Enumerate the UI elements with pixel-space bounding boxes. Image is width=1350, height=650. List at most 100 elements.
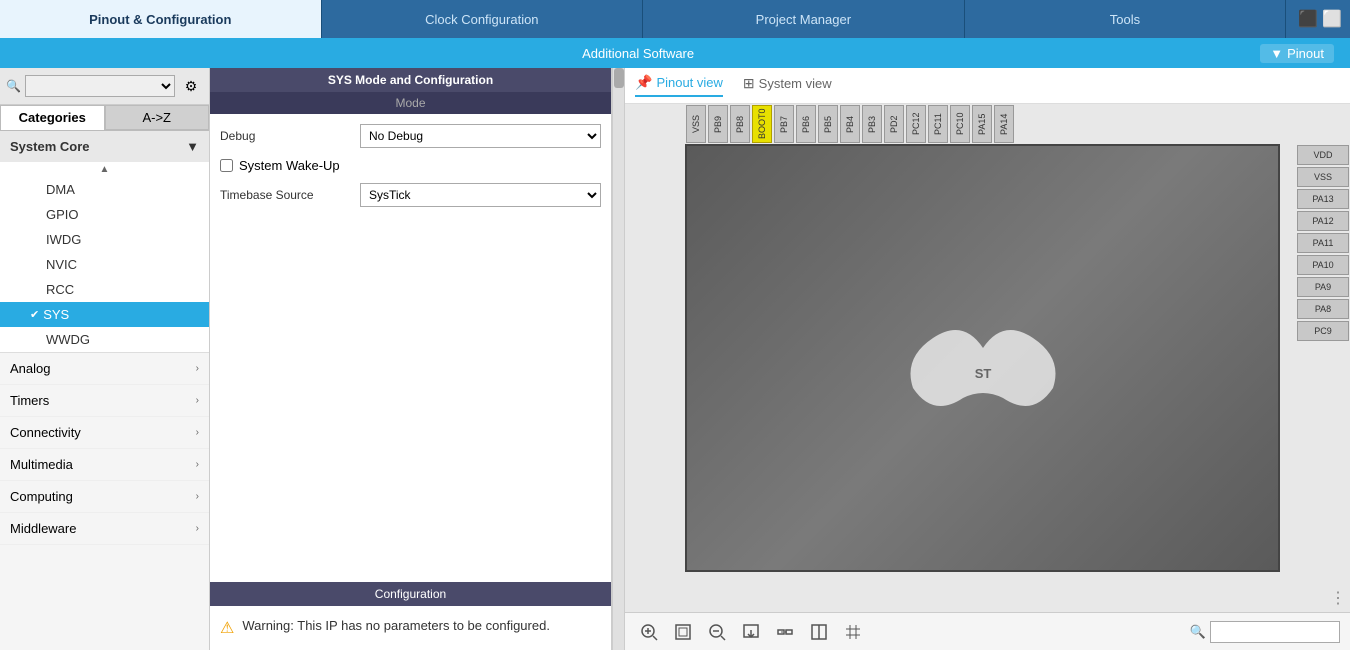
sidebar-item-computing[interactable]: Computing › (0, 481, 209, 513)
pin-pb9[interactable]: PB9 (708, 105, 728, 143)
pin-pb6[interactable]: PB6 (796, 105, 816, 143)
pin-pc9[interactable]: PC9 (1297, 321, 1349, 341)
pin-pa12[interactable]: PA12 (1297, 211, 1349, 231)
fit-icon (674, 623, 692, 641)
sidebar-item-multimedia[interactable]: Multimedia › (0, 449, 209, 481)
sidebar-item-wwdg[interactable]: WWDG (0, 327, 209, 352)
scroll-up-indicator[interactable]: ▲ (0, 162, 209, 177)
chevron-right-icon: › (196, 427, 199, 438)
chip-area: VSS PB9 PB8 BOOT0 PB7 PB6 PB5 PB4 PB3 PD… (625, 104, 1350, 612)
pin-pc12[interactable]: PC12 (906, 105, 926, 143)
system-wakeup-checkbox[interactable] (220, 159, 233, 172)
system-view-icon: ⊞ (743, 75, 755, 92)
center-scrollbar[interactable] (612, 68, 624, 650)
bottom-toolbar: 🔍 (625, 612, 1350, 650)
split-icon (810, 623, 828, 641)
pin-vdd-right[interactable]: VDD (1297, 145, 1349, 165)
collapse-button[interactable] (771, 618, 799, 646)
warning-icon: ⚠ (220, 618, 234, 638)
pinout-button[interactable]: ▼ Pinout (1260, 44, 1334, 63)
pin-pa15[interactable]: PA15 (972, 105, 992, 143)
search-input[interactable] (25, 75, 175, 97)
chip-body: ST (685, 144, 1280, 572)
pin-pb3[interactable]: PB3 (862, 105, 882, 143)
sidebar-search-bar: 🔍 ⚙ (0, 68, 209, 105)
mode-subtitle: Mode (210, 92, 611, 114)
additional-software-label: Additional Software (16, 46, 1260, 61)
chip-search-input[interactable] (1210, 621, 1340, 643)
sidebar-item-nvic[interactable]: NVIC (0, 252, 209, 277)
sidebar-item-analog[interactable]: Analog › (0, 353, 209, 385)
pin-pa13[interactable]: PA13 (1297, 189, 1349, 209)
pin-vss-top[interactable]: VSS (686, 105, 706, 143)
pin-pb4[interactable]: PB4 (840, 105, 860, 143)
section-system-core-header[interactable]: System Core ▼ (0, 131, 209, 162)
tab-categories[interactable]: Categories (0, 105, 105, 130)
fit-view-button[interactable] (669, 618, 697, 646)
tab-tools[interactable]: Tools (965, 0, 1287, 38)
tab-project-manager[interactable]: Project Manager (643, 0, 965, 38)
chevron-down-icon: ▼ (1270, 46, 1283, 61)
scroll-thumb[interactable] (614, 68, 624, 88)
chevron-right-icon: › (196, 395, 199, 406)
split-view-button[interactable] (805, 618, 833, 646)
pin-pc11[interactable]: PC11 (928, 105, 948, 143)
sidebar-item-timers[interactable]: Timers › (0, 385, 209, 417)
section-system-core-content: ▲ DMA GPIO IWDG NVIC (0, 162, 209, 352)
section-system-core: System Core ▼ ▲ DMA GPIO IWDG (0, 131, 209, 353)
zoom-in-button[interactable] (635, 618, 663, 646)
close-icon[interactable]: ⬜ (1322, 9, 1342, 29)
sidebar-item-gpio[interactable]: GPIO (0, 202, 209, 227)
chevron-right-icon: › (196, 363, 199, 374)
sidebar: 🔍 ⚙ Categories A->Z System Core ▼ ▲ (0, 68, 210, 650)
pin-pa10[interactable]: PA10 (1297, 255, 1349, 275)
chip-search-bar: 🔍 (1190, 621, 1340, 643)
pin-pa11[interactable]: PA11 (1297, 233, 1349, 253)
chip-panel: 📌 Pinout view ⊞ System view VSS PB9 PB8 … (625, 68, 1350, 650)
pin-pb5[interactable]: PB5 (818, 105, 838, 143)
sidebar-item-iwdg[interactable]: IWDG (0, 227, 209, 252)
export-button[interactable] (737, 618, 765, 646)
pin-pa14[interactable]: PA14 (994, 105, 1014, 143)
sidebar-tabs: Categories A->Z (0, 105, 209, 131)
debug-select[interactable]: No Debug Serial Wire JTAG (4 pins) JTAG … (360, 124, 601, 148)
pin-pa9[interactable]: PA9 (1297, 277, 1349, 297)
config-panel: SYS Mode and Configuration Mode Debug No… (210, 68, 612, 650)
mode-content: Debug No Debug Serial Wire JTAG (4 pins)… (210, 114, 611, 582)
top-pins-row: VSS PB9 PB8 BOOT0 PB7 PB6 PB5 PB4 PB3 PD… (625, 104, 1280, 144)
config-title: Configuration (210, 582, 611, 606)
grid-button[interactable] (839, 618, 867, 646)
bottom-dots: ⋮ (625, 588, 1350, 608)
tab-system-view[interactable]: ⊞ System view (743, 75, 832, 96)
timebase-select[interactable]: SysTick TIM1 TIM2 (360, 183, 601, 207)
sidebar-item-middleware[interactable]: Middleware › (0, 513, 209, 545)
tab-pinout-view[interactable]: 📌 Pinout view (635, 74, 723, 97)
pin-pb7[interactable]: PB7 (774, 105, 794, 143)
sidebar-item-sys[interactable]: ✔ SYS (0, 302, 209, 327)
tab-pinout-config[interactable]: Pinout & Configuration (0, 0, 322, 38)
pin-pc10[interactable]: PC10 (950, 105, 970, 143)
collapse-icon (776, 623, 794, 641)
timebase-row: Timebase Source SysTick TIM1 TIM2 (220, 183, 601, 207)
sidebar-item-rcc[interactable]: RCC (0, 277, 209, 302)
sidebar-item-connectivity[interactable]: Connectivity › (0, 417, 209, 449)
debug-row: Debug No Debug Serial Wire JTAG (4 pins)… (220, 124, 601, 148)
tab-clock-config[interactable]: Clock Configuration (322, 0, 644, 38)
settings-gear-icon[interactable]: ⚙ (179, 74, 203, 98)
chip-view-tabs: 📌 Pinout view ⊞ System view (625, 68, 1350, 104)
pin-pd2[interactable]: PD2 (884, 105, 904, 143)
tab-az[interactable]: A->Z (105, 105, 210, 130)
sidebar-item-dma[interactable]: DMA (0, 177, 209, 202)
pin-boot0[interactable]: BOOT0 (752, 105, 772, 143)
secondary-bar: Additional Software ▼ Pinout (0, 38, 1350, 68)
pin-pb8[interactable]: PB8 (730, 105, 750, 143)
top-navigation: Pinout & Configuration Clock Configurati… (0, 0, 1350, 38)
zoom-out-button[interactable] (703, 618, 731, 646)
restore-icon[interactable]: ⬛ (1298, 9, 1318, 29)
warning-box: ⚠ Warning: This IP has no parameters to … (210, 606, 611, 650)
pin-vss-right[interactable]: VSS (1297, 167, 1349, 187)
chevron-up-icon: ▼ (186, 139, 199, 154)
main-layout: 🔍 ⚙ Categories A->Z System Core ▼ ▲ (0, 68, 1350, 650)
pin-pa8[interactable]: PA8 (1297, 299, 1349, 319)
panel-title: SYS Mode and Configuration (210, 68, 611, 92)
